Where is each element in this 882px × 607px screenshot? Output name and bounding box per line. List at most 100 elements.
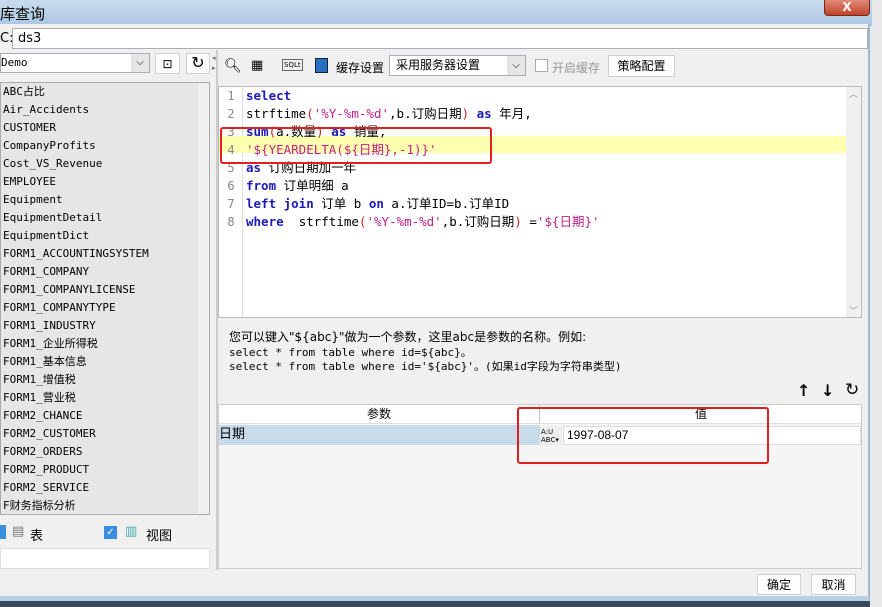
ok-button[interactable]: 确定 [757,574,801,595]
refresh-params-icon[interactable]: ↻ [845,380,859,400]
strategy-config-button[interactable]: 策略配置 [608,55,675,77]
table-list-item[interactable]: Equipment [1,191,209,209]
table-list-item[interactable]: Cost_VS_Revenue [1,155,209,173]
table-preview-icon: ⊡ [162,57,173,71]
preview-sql-icon[interactable]: 🔍︎ [224,58,242,74]
table-list-item[interactable]: FORM1_ACCOUNTINGSYSTEM [1,245,209,263]
annotation-box [517,407,769,464]
table-list-item[interactable]: FORM2_CHANCE [1,407,209,425]
table-list-item[interactable]: FORM1_营业税 [1,389,209,407]
table-filter-input[interactable] [0,548,210,569]
code-token: 订单 b [313,196,369,211]
enable-cache-label: 开启缓存 [552,61,601,75]
table-list-item[interactable]: ABC占比 [1,83,209,101]
code-line: 1 select [220,87,600,105]
code-token: left join [246,196,314,211]
enable-cache-checkbox[interactable] [535,59,548,72]
table-list-item[interactable]: FORM1_企业所得税 [1,335,209,353]
view-checkbox[interactable]: ✓ [104,526,117,539]
param-name-cell: 日期 [219,425,540,445]
scroll-up-icon[interactable]: ︿ [846,87,861,100]
table-list-scrollbar[interactable] [198,83,209,514]
code-token: ) [514,214,522,229]
table-checkbox-label: 表 [30,529,44,544]
table-list-item[interactable]: FORM1_COMPANYTYPE [1,299,209,317]
table-list-item[interactable]: FORM1_COMPANYLICENSE [1,281,209,299]
connection-value: Demo [1,56,28,69]
table-list-item[interactable]: FORM1_INDUSTRY [1,317,209,335]
table-list: ABC占比 Air_Accidents CUSTOMER CompanyProfits… [0,82,210,515]
scroll-down-icon[interactable]: ﹀ [846,304,861,317]
desktop-background [870,0,882,607]
code-token: '${日期}' [536,214,600,229]
refresh-button[interactable]: ↻ [186,53,210,74]
table-list-item[interactable]: CompanyProfits [1,137,209,155]
datasource-input[interactable]: ds3 [12,28,868,49]
connection-select[interactable]: Demo ⌵ [0,53,150,73]
code-text: strftime('%Y-%m-%d',b.订购日期) as 年月, [242,105,532,123]
line-number: 1 [227,89,235,103]
code-token: = [521,214,537,229]
move-down-icon[interactable]: ↓ [821,381,834,400]
code-token: ) [461,106,470,121]
preview-table-button[interactable]: ⊡ [155,53,180,74]
table-checkbox[interactable] [0,525,6,539]
code-token: ,b.订购日期 [389,106,462,121]
code-token: ,b.订购日期 [441,214,515,229]
table-list-item[interactable]: EquipmentDetail [1,209,209,227]
table-list-item[interactable]: FORM2_CUSTOMER [1,425,209,443]
table-icon: ▤ [12,524,25,539]
line-number: 8 [227,215,235,229]
code-token: strftime [246,106,307,121]
code-line: 8 where strftime('%Y-%m-%d',b.订购日期) ='${日… [220,213,600,231]
annotation-box [220,127,492,164]
help-line-3: select * from table where id='${abc}'。(如… [229,360,622,373]
code-token: as [476,106,492,121]
table-list-item[interactable]: Air_Accidents [1,101,209,119]
code-token: 年月, [491,106,532,121]
refresh-icon: ↻ [191,53,205,72]
view-checkbox-label: 视图 [146,529,173,544]
help-line-1: 您可以键入"${abc}"做为一个参数，这里abc是参数的名称。例如: [229,330,587,344]
code-text: from 订单明细 a [242,177,349,195]
editor-scrollbar[interactable]: ︿ ﹀ [846,87,861,317]
cancel-button[interactable]: 取消 [811,574,856,595]
code-token: strftime [283,214,359,229]
cache-settings-value: 采用服务器设置 [396,58,481,72]
sql-format-icon[interactable]: SQLt [282,59,303,71]
view-icon: ▥ [125,524,138,539]
code-token: a.订单ID=b.订单ID [383,196,510,211]
close-button[interactable]: X [824,0,870,16]
table-list-item[interactable]: CUSTOMER [1,119,209,137]
table-list-item[interactable]: EMPLOYEE [1,173,209,191]
line-number: 2 [227,107,235,121]
code-line: 7 left join 订单 b on a.订单ID=b.订单ID [220,195,600,213]
table-list-item[interactable]: F财务指标分析 [1,497,209,514]
code-token: select [246,88,292,103]
param-column-header: 参数 [219,405,540,424]
table-list-item[interactable]: FORM1_增值税 [1,371,209,389]
code-text: where strftime('%Y-%m-%d',b.订购日期) ='${日期… [242,213,600,231]
table-list-item[interactable]: FORM2_SERVICE [1,479,209,497]
code-token: 订单明细 a [276,178,349,193]
cache-settings-label: 缓存设置 [336,61,385,75]
table-list-item[interactable]: FORM1_基本信息 [1,353,209,371]
code-token: where [246,214,284,229]
code-token: on [368,196,384,211]
line-number: 7 [227,197,235,211]
table-list-item[interactable]: FORM1_COMPANY [1,263,209,281]
window-title: 库查询 [0,5,46,23]
table-list-item[interactable]: FORM2_PRODUCT [1,461,209,479]
code-text: left join 订单 b on a.订单ID=b.订单ID [242,195,509,213]
move-up-icon[interactable]: ↑ [797,381,810,400]
code-token: from [246,178,277,193]
code-token: '%Y-%m-%d' [313,106,390,121]
chevron-down-icon: ⌵ [131,54,149,72]
sql-file-icon[interactable]: ▦ [251,58,263,73]
code-token: ( [306,106,314,121]
table-list-item[interactable]: EquipmentDict [1,227,209,245]
code-line: 6 from 订单明细 a [220,177,600,195]
cache-settings-select[interactable]: 采用服务器设置 ⌵ [389,55,526,76]
table-list-item[interactable]: FORM2_ORDERS [1,443,209,461]
